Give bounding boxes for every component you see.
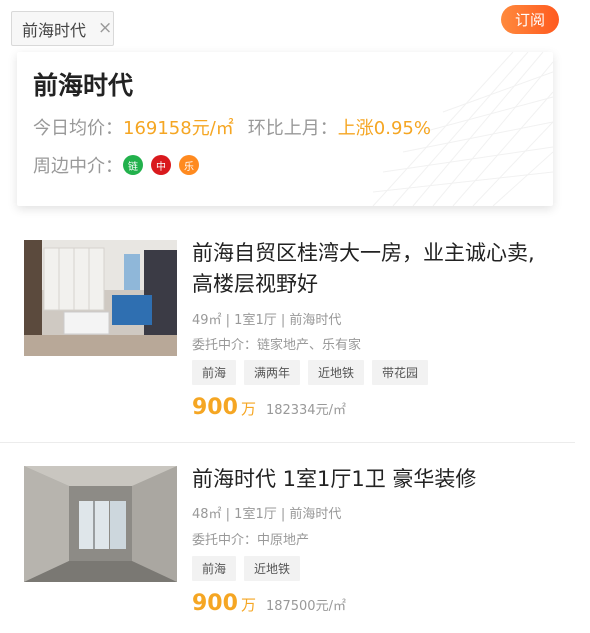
agents-label: 周边中介： [33, 156, 123, 177]
mom-value: 上涨0.95% [337, 118, 431, 139]
listing-tag: 近地铁 [244, 556, 301, 581]
price-line: 今日均价：169158元/㎡ 环比上月：上涨0.95% [33, 114, 431, 140]
total-price: 900 [192, 591, 238, 616]
filter-tag-chip[interactable]: 前海时代 × [11, 11, 114, 46]
listing-photo [24, 466, 177, 582]
avg-price-value: 169158元/㎡ [123, 118, 234, 139]
total-price: 900 [192, 395, 238, 420]
listing-title[interactable]: 前海自贸区桂湾大一房，业主诚心卖,高楼层视野好 [192, 238, 542, 300]
total-price-unit: 万 [240, 596, 256, 614]
listing-title[interactable]: 前海时代 1室1厅1卫 豪华装修 [192, 464, 542, 495]
unit-price: 182334元/㎡ [265, 403, 346, 418]
centaline-badge-icon[interactable]: 中 [151, 155, 171, 175]
lianjia-badge-icon[interactable]: 链 [123, 155, 143, 175]
listing-price: 900 万 187500元/㎡ [192, 591, 346, 616]
leyoujia-badge-icon[interactable]: 乐 [179, 155, 199, 175]
listing-meta: 49㎡ | 1室1厅 | 前海时代 [192, 313, 342, 328]
listing-tags: 前海 近地铁 [192, 556, 301, 581]
close-icon[interactable]: × [98, 20, 112, 37]
listing-photo [24, 240, 177, 356]
filter-tag-label: 前海时代 [22, 20, 87, 40]
avg-price-label: 今日均价： [33, 118, 123, 139]
subscribe-button[interactable]: 订阅 [501, 5, 559, 34]
listing-agency: 委托中介：链家地产、乐有家 [192, 338, 362, 353]
listing-meta: 48㎡ | 1室1厅 | 前海时代 [192, 507, 342, 522]
listing-divider [0, 442, 575, 443]
listing-tag: 前海 [192, 360, 237, 385]
mom-label: 环比上月： [247, 118, 338, 139]
listing-tag: 前海 [192, 556, 237, 581]
listing-price: 900 万 182334元/㎡ [192, 395, 346, 420]
nearby-agents: 周边中介： 链 中 乐 [33, 152, 207, 178]
listing-agency: 委托中介：中原地产 [192, 533, 310, 548]
listing-tag: 带花园 [372, 360, 429, 385]
listing-tag: 满两年 [244, 360, 301, 385]
listing-tags: 前海 满两年 近地铁 带花园 [192, 360, 429, 385]
community-card[interactable]: 前海时代 今日均价：169158元/㎡ 环比上月：上涨0.95% 周边中介： 链 … [17, 52, 553, 206]
unit-price: 187500元/㎡ [265, 599, 346, 614]
community-name: 前海时代 [33, 71, 134, 100]
total-price-unit: 万 [240, 400, 256, 418]
listing-tag: 近地铁 [308, 360, 365, 385]
